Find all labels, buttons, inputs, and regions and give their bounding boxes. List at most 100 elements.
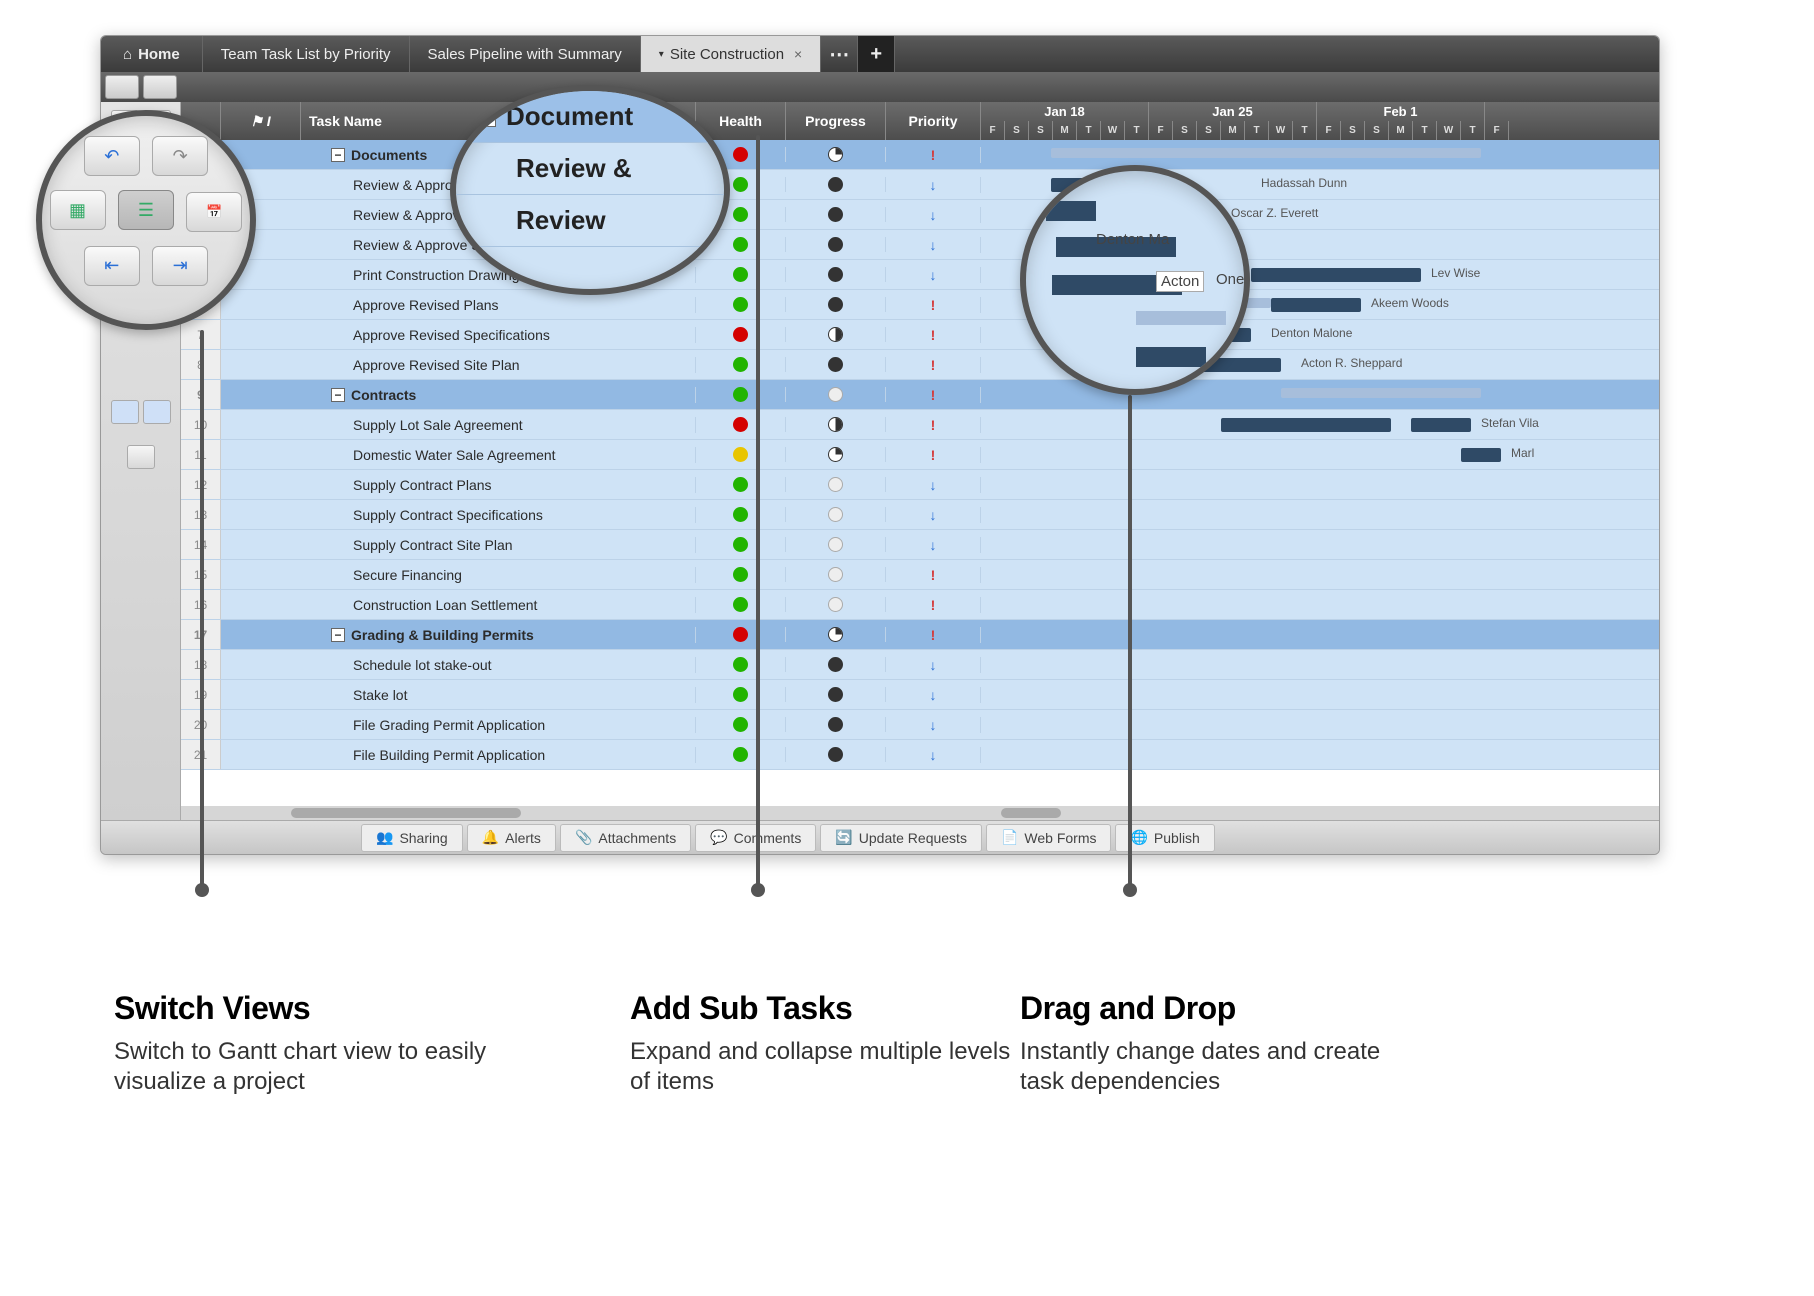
progress-cell[interactable]: [786, 327, 886, 342]
progress-cell[interactable]: [786, 627, 886, 642]
task-name-cell[interactable]: Domestic Water Sale Agreement: [301, 447, 696, 463]
grid-body[interactable]: 1−Documents!2Review & Approve Plans↓3Rev…: [181, 140, 1659, 820]
priority-cell[interactable]: !: [886, 357, 981, 373]
priority-cell[interactable]: !: [886, 387, 981, 403]
health-cell[interactable]: [696, 627, 786, 642]
task-name-cell[interactable]: Approve Revised Specifications: [301, 327, 696, 343]
progress-cell[interactable]: [786, 657, 886, 672]
tab-add-button[interactable]: +: [858, 36, 895, 72]
priority-cell[interactable]: ↓: [886, 657, 981, 673]
health-cell[interactable]: [696, 597, 786, 612]
health-cell[interactable]: [696, 387, 786, 402]
tab-sales-pipeline[interactable]: Sales Pipeline with Summary: [410, 36, 641, 72]
progress-cell[interactable]: [786, 357, 886, 372]
col-flags[interactable]: ⚑ I: [221, 102, 301, 140]
progress-cell[interactable]: [786, 537, 886, 552]
priority-cell[interactable]: ↓: [886, 177, 981, 193]
health-cell[interactable]: [696, 477, 786, 492]
health-cell[interactable]: [696, 537, 786, 552]
task-row[interactable]: 18Schedule lot stake-out↓: [181, 650, 1659, 680]
footer-tab-web-forms[interactable]: 📄Web Forms: [986, 824, 1112, 852]
health-cell[interactable]: [696, 297, 786, 312]
task-row[interactable]: 14Supply Contract Site Plan↓: [181, 530, 1659, 560]
health-cell[interactable]: [696, 417, 786, 432]
health-cell[interactable]: [696, 357, 786, 372]
task-row[interactable]: 5Print Construction Drawings↓: [181, 260, 1659, 290]
progress-cell[interactable]: [786, 477, 886, 492]
task-row[interactable]: 13Supply Contract Specifications↓: [181, 500, 1659, 530]
footer-tab-alerts[interactable]: 🔔Alerts: [467, 824, 556, 852]
horizontal-scrollbar[interactable]: [181, 806, 1659, 820]
footer-tab-update-requests[interactable]: 🔄Update Requests: [820, 824, 982, 852]
task-name-cell[interactable]: Supply Contract Plans: [301, 477, 696, 493]
task-row[interactable]: 7Approve Revised Specifications!: [181, 320, 1659, 350]
health-cell[interactable]: [696, 567, 786, 582]
progress-cell[interactable]: [786, 687, 886, 702]
task-name-cell[interactable]: File Grading Permit Application: [301, 717, 696, 733]
filter-button[interactable]: [143, 400, 171, 424]
tab-home[interactable]: ⌂ Home: [101, 36, 203, 72]
tab-team-task-list[interactable]: Team Task List by Priority: [203, 36, 410, 72]
priority-cell[interactable]: !: [886, 447, 981, 463]
progress-cell[interactable]: [786, 387, 886, 402]
task-name-cell[interactable]: Approve Revised Site Plan: [301, 357, 696, 373]
task-name-cell[interactable]: File Building Permit Application: [301, 747, 696, 763]
task-name-cell[interactable]: Supply Contract Specifications: [301, 507, 696, 523]
task-name-cell[interactable]: Construction Loan Settlement: [301, 597, 696, 613]
progress-cell[interactable]: [786, 147, 886, 162]
progress-cell[interactable]: [786, 207, 886, 222]
priority-cell[interactable]: !: [886, 327, 981, 343]
col-health[interactable]: Health: [696, 102, 786, 140]
priority-cell[interactable]: ↓: [886, 747, 981, 763]
health-cell[interactable]: [696, 267, 786, 282]
task-row[interactable]: 16Construction Loan Settlement!: [181, 590, 1659, 620]
progress-cell[interactable]: [786, 567, 886, 582]
col-priority[interactable]: Priority: [886, 102, 981, 140]
progress-cell[interactable]: [786, 597, 886, 612]
health-cell[interactable]: [696, 327, 786, 342]
task-row[interactable]: 8Approve Revised Site Plan!: [181, 350, 1659, 380]
task-row[interactable]: 4Review & Approve Site Plan↓: [181, 230, 1659, 260]
task-name-cell[interactable]: −Contracts: [301, 387, 696, 403]
priority-cell[interactable]: ↓: [886, 237, 981, 253]
task-row[interactable]: 19Stake lot↓: [181, 680, 1659, 710]
progress-cell[interactable]: [786, 717, 886, 732]
health-cell[interactable]: [696, 687, 786, 702]
task-name-cell[interactable]: −Grading & Building Permits: [301, 627, 696, 643]
footer-tab-attachments[interactable]: 📎Attachments: [560, 824, 691, 852]
priority-cell[interactable]: ↓: [886, 687, 981, 703]
progress-cell[interactable]: [786, 177, 886, 192]
task-row[interactable]: 15Secure Financing!: [181, 560, 1659, 590]
tab-more-button[interactable]: ⋯: [821, 36, 858, 72]
task-row[interactable]: 20File Grading Permit Application↓: [181, 710, 1659, 740]
health-cell[interactable]: [696, 507, 786, 522]
task-row[interactable]: 6Approve Revised Plans!: [181, 290, 1659, 320]
filter-button[interactable]: [111, 400, 139, 424]
health-cell[interactable]: [696, 657, 786, 672]
priority-cell[interactable]: !: [886, 147, 981, 163]
task-name-cell[interactable]: Secure Financing: [301, 567, 696, 583]
priority-cell[interactable]: !: [886, 567, 981, 583]
priority-cell[interactable]: ↓: [886, 507, 981, 523]
collapse-icon[interactable]: −: [331, 148, 345, 162]
priority-cell[interactable]: !: [886, 297, 981, 313]
close-icon[interactable]: ×: [794, 46, 802, 62]
task-name-cell[interactable]: Approve Revised Plans: [301, 297, 696, 313]
priority-cell[interactable]: ↓: [886, 267, 981, 283]
task-row[interactable]: 2Review & Approve Plans↓: [181, 170, 1659, 200]
priority-cell[interactable]: ↓: [886, 717, 981, 733]
group-row[interactable]: 9−Contracts!: [181, 380, 1659, 410]
progress-cell[interactable]: [786, 447, 886, 462]
task-name-cell[interactable]: Schedule lot stake-out: [301, 657, 696, 673]
footer-tab-sharing[interactable]: 👥Sharing: [361, 824, 463, 852]
task-name-cell[interactable]: Supply Contract Site Plan: [301, 537, 696, 553]
progress-cell[interactable]: [786, 237, 886, 252]
task-row[interactable]: 21File Building Permit Application↓: [181, 740, 1659, 770]
health-cell[interactable]: [696, 717, 786, 732]
priority-cell[interactable]: !: [886, 627, 981, 643]
scrollbar-thumb[interactable]: [1001, 808, 1061, 818]
task-name-cell[interactable]: Stake lot: [301, 687, 696, 703]
toolbar-button[interactable]: [143, 75, 177, 99]
task-row[interactable]: 3Review & Approve Specifications↓: [181, 200, 1659, 230]
task-row[interactable]: 10Supply Lot Sale Agreement!: [181, 410, 1659, 440]
